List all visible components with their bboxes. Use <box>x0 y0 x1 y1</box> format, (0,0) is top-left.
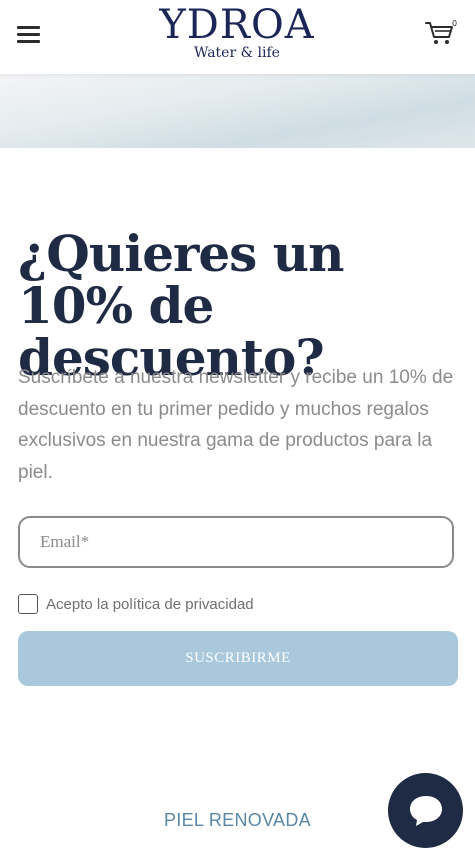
shopping-cart-icon[interactable]: 0 <box>425 19 459 50</box>
logo-title: YDROA <box>159 2 315 48</box>
privacy-label[interactable]: Acepto la política de privacidad <box>46 596 254 613</box>
email-field[interactable] <box>18 516 454 568</box>
menu-line <box>17 26 40 29</box>
cart-count-badge: 0 <box>452 19 458 28</box>
brand-logo[interactable]: YDROA Water & life <box>137 2 337 61</box>
site-header: YDROA Water & life 0 <box>0 0 475 74</box>
hamburger-menu-icon[interactable] <box>17 24 41 44</box>
privacy-consent: Acepto la política de privacidad <box>18 593 254 615</box>
chat-button[interactable] <box>388 773 463 848</box>
privacy-checkbox[interactable] <box>18 594 38 614</box>
menu-line <box>17 33 40 36</box>
subscribe-button[interactable]: SUSCRIBIRME <box>18 631 458 686</box>
chat-bubble-icon <box>410 796 442 826</box>
menu-line <box>17 40 40 43</box>
newsletter-headline: ¿Quieres un 10% de descuento? <box>18 224 344 387</box>
newsletter-description: Suscríbete a nuestra newsletter y recibe… <box>18 367 454 483</box>
cart-glyph <box>425 22 453 44</box>
hero-image <box>0 74 475 148</box>
